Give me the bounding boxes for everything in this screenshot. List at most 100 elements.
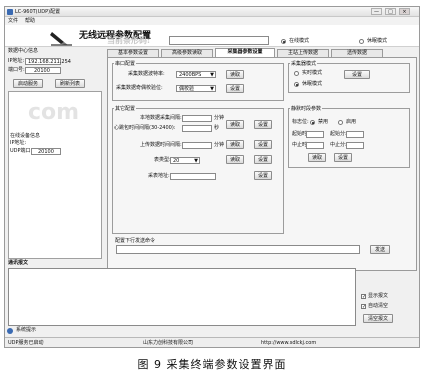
- tab-basic-params[interactable]: 基本参数设置: [107, 49, 159, 57]
- other-config-legend: 其它配置: [114, 105, 137, 112]
- interval-field[interactable]: [182, 115, 212, 122]
- show-log-label: 显示报文: [368, 293, 389, 299]
- start-hour-field[interactable]: [306, 131, 324, 138]
- list-title: 在线设备信息: [10, 133, 41, 139]
- collector-mode-legend: 采集器模式: [290, 60, 318, 67]
- table-read-button[interactable]: 读取: [226, 155, 244, 164]
- title-bar: LC-960T(UDP)配置 — □ ×: [5, 7, 419, 17]
- serial-read-button[interactable]: 读取: [226, 70, 244, 79]
- comm-log-area[interactable]: [8, 268, 356, 326]
- table-type-label: 表类型:: [154, 157, 171, 163]
- heartbeat-label: 心跳包时间间隔(30-2400):: [114, 125, 176, 131]
- start-service-button[interactable]: 启动服务: [13, 79, 43, 88]
- send-button[interactable]: 发送: [370, 245, 390, 254]
- chevron-down-icon: ▼: [210, 72, 214, 78]
- company-url: http://www.sdlckj.com: [261, 340, 317, 346]
- online-mode-radio[interactable]: [281, 39, 286, 44]
- status-text: UDP服务已启动: [8, 340, 44, 346]
- baud-label: 采集数据波特率:: [128, 71, 165, 77]
- quiet-set-button[interactable]: 设置: [334, 153, 352, 162]
- flag-disable-label: 禁用: [318, 119, 329, 125]
- baud-select[interactable]: 2400BPS ▼: [176, 71, 216, 78]
- collector-sleep-radio[interactable]: [294, 82, 299, 87]
- info-icon: [7, 328, 13, 334]
- app-icon: [7, 9, 13, 15]
- quiet-period-legend: 静默时段参数: [290, 105, 323, 112]
- clear-log-button[interactable]: 清空报文: [363, 314, 393, 323]
- interval-label: 本地数据采集间隔:: [140, 115, 182, 121]
- end-min-label: 中止分:: [330, 142, 347, 148]
- system-tips-label: 系统提示: [16, 327, 37, 333]
- flag-enable-label: 启用: [346, 119, 357, 125]
- collector-sleep-label: 休眠模式: [302, 81, 323, 87]
- collector-params-panel: 串口配置 采集数据波特率: 2400BPS ▼ 读取 采集数据奇偶校验位: 偶校验…: [107, 57, 417, 271]
- realtime-mode-label: 实时模式: [302, 70, 323, 76]
- auto-clear-checkbox[interactable]: ✓: [361, 304, 366, 310]
- menu-file[interactable]: 文件: [8, 17, 18, 25]
- udp-port-field[interactable]: 20100: [31, 148, 61, 155]
- interval-unit: 分钟: [214, 115, 225, 121]
- heartbeat-read-button[interactable]: 读取: [226, 120, 244, 129]
- close-button[interactable]: ×: [399, 8, 410, 15]
- send-command-field[interactable]: [116, 245, 360, 254]
- show-log-checkbox[interactable]: ✓: [361, 294, 366, 300]
- refresh-list-button[interactable]: 刷新列表: [55, 79, 85, 88]
- ip-label: IP地址:: [8, 58, 25, 64]
- serial-config-group: [112, 63, 284, 101]
- upload-interval-field[interactable]: [182, 142, 212, 149]
- upload-read-button[interactable]: 读取: [226, 140, 244, 149]
- flag-label: 标志位:: [292, 119, 309, 125]
- realtime-mode-radio[interactable]: [294, 71, 299, 76]
- app-window: LC-960T(UDP)配置 — □ × 文件 帮助 无线远程参数配置 数据中心…: [4, 6, 420, 348]
- table-set-button[interactable]: 设置: [254, 155, 272, 164]
- quiet-read-button[interactable]: 读取: [308, 153, 326, 162]
- start-min-field[interactable]: [346, 131, 364, 138]
- serial-set-button[interactable]: 设置: [226, 84, 244, 93]
- meter-address-field[interactable]: [170, 173, 216, 180]
- address-set-button[interactable]: 设置: [254, 171, 272, 180]
- udp-port-label: UDP端口:: [10, 148, 33, 154]
- flag-disable-radio[interactable]: [310, 120, 315, 125]
- baud-value: 2400BPS: [179, 72, 202, 78]
- ip2-label: IP地址:: [10, 140, 27, 146]
- upload-set-button[interactable]: 设置: [254, 140, 272, 149]
- end-min-field[interactable]: [346, 142, 364, 149]
- tab-advanced-read[interactable]: 高级参数读取: [161, 49, 213, 57]
- collector-mode-set-button[interactable]: 设置: [344, 70, 370, 79]
- upload-interval-label: 上传数据时间间隔:: [140, 142, 182, 148]
- heartbeat-field[interactable]: [182, 125, 212, 132]
- port-label: 端口号:: [8, 67, 25, 73]
- maximize-button[interactable]: □: [385, 8, 396, 15]
- current-barcode-label: 当前条形码:: [107, 35, 150, 45]
- tab-upload-data[interactable]: 主站上传数据: [277, 49, 329, 57]
- chevron-down-icon: ▼: [210, 86, 214, 92]
- data-center-title: 数据中心信息: [8, 48, 39, 54]
- port-field[interactable]: 20100: [25, 67, 61, 74]
- upload-interval-unit: 分钟: [214, 142, 225, 148]
- comm-log-title: 通讯报文: [8, 260, 29, 266]
- status-bar: UDP服务已启动 山东力创科技有限公司 http://www.sdlckj.co…: [5, 337, 419, 347]
- table-type-select[interactable]: 20 ▼: [170, 157, 200, 164]
- table-type-value: 20: [173, 158, 180, 164]
- flag-enable-radio[interactable]: [338, 120, 343, 125]
- parity-label: 采集数据奇偶校验位:: [116, 85, 163, 91]
- parity-value: 偶校验: [179, 86, 195, 92]
- figure-caption: 图 9 采集终端参数设置界面: [137, 358, 287, 371]
- chevron-down-icon: ▼: [194, 158, 198, 164]
- pen-icon: [50, 32, 72, 46]
- parity-select[interactable]: 偶校验 ▼: [176, 85, 216, 92]
- end-hour-field[interactable]: [306, 142, 324, 149]
- tab-passthrough[interactable]: 透传数据: [331, 49, 383, 57]
- sleep-mode-radio[interactable]: [359, 39, 364, 44]
- start-min-label: 起始分:: [330, 131, 347, 137]
- minimize-button[interactable]: —: [371, 8, 382, 15]
- ip-field[interactable]: 192.168.211.254: [25, 58, 71, 65]
- barcode-field[interactable]: [169, 36, 269, 45]
- menu-help[interactable]: 帮助: [25, 17, 35, 25]
- tab-collector-params[interactable]: 采集器参数设置: [215, 48, 275, 57]
- menu-bar: 文件 帮助: [5, 17, 419, 25]
- meter-address-label: 采表地址:: [148, 173, 170, 179]
- serial-config-legend: 串口配置: [114, 60, 137, 67]
- heartbeat-set-button[interactable]: 设置: [254, 120, 272, 129]
- online-mode-label: 在线模式: [289, 38, 310, 44]
